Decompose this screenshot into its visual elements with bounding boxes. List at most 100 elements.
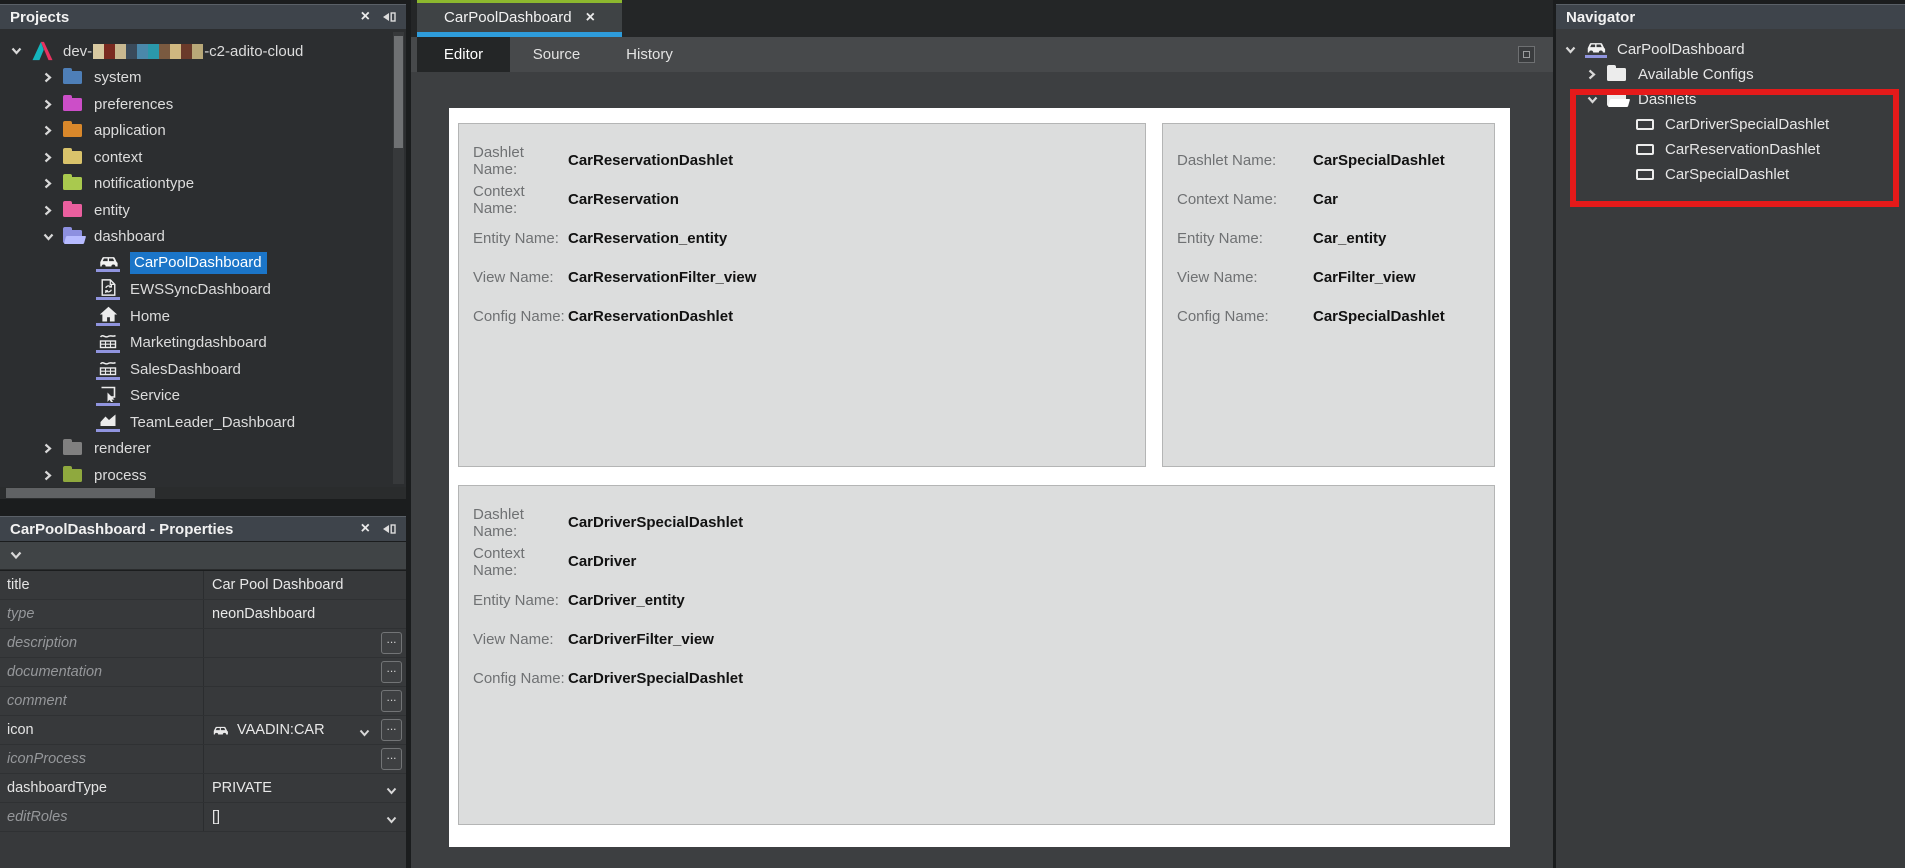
property-value[interactable]: [] [204,803,406,831]
editor-subtabs: Editor Source History [411,37,1553,72]
property-value[interactable]: ... [204,658,406,686]
chevron-right-icon[interactable] [40,152,56,163]
ellipsis-button[interactable]: ... [381,690,402,712]
tree-item-project-root[interactable]: dev- -c2-adito-cloud [0,38,406,65]
chevron-right-icon[interactable] [40,205,56,216]
nav-item-cardriverspecialdashlet[interactable]: CarDriverSpecialDashlet [1556,112,1905,137]
tree-item-marketingdashboard[interactable]: Marketingdashboard [0,330,406,357]
tab-source[interactable]: Source [510,37,603,72]
tree-item-label: context [94,148,143,166]
dashlet-card-cardriverspecial: Dashlet Name: CarDriverSpecialDashlet Con… [458,485,1495,825]
property-value[interactable]: ... [204,629,406,657]
selected-tree-item-label: CarPoolDashboard [130,252,267,275]
field-label: Context Name: [1177,191,1278,208]
property-value[interactable]: ... [204,745,406,773]
nav-item-dashlets[interactable]: Dashlets [1556,87,1905,112]
tree-item-process[interactable]: process [0,462,406,487]
home-icon [96,306,120,327]
dock-icon[interactable] [382,523,396,535]
chevron-right-icon[interactable] [40,125,56,136]
chevron-right-icon[interactable] [1584,69,1600,80]
tree-item-context[interactable]: context [0,144,406,171]
chevron-down-icon[interactable] [10,551,22,560]
tree-item-label: notificationtype [94,175,195,193]
tab-history[interactable]: History [603,37,696,72]
projects-panel-title: Projects [10,8,70,26]
property-name[interactable]: icon [0,716,204,744]
ellipsis-button[interactable]: ... [381,719,402,741]
tree-item-service[interactable]: Service [0,383,406,410]
property-value[interactable]: PRIVATE [204,774,406,802]
projects-tree: dev- -c2-adito-cloud system preferences a… [0,29,406,487]
tree-item-renderer[interactable]: renderer [0,436,406,463]
car-icon [96,255,120,272]
tree-item-home[interactable]: Home [0,303,406,330]
tree-item-preferences[interactable]: preferences [0,91,406,118]
ellipsis-button[interactable]: ... [381,632,402,654]
properties-collapse-bar[interactable] [0,542,406,570]
tree-item-system[interactable]: system [0,65,406,92]
close-icon[interactable]: × [586,9,595,26]
property-name[interactable]: dashboardType [0,774,204,802]
horizontal-scrollbar[interactable] [0,487,406,499]
tab-carpooldashboard[interactable]: CarPoolDashboard × [417,0,622,37]
dock-icon[interactable] [382,11,396,23]
nav-item-carreservationdashlet[interactable]: CarReservationDashlet [1556,137,1905,162]
folder-icon [63,200,82,217]
tree-item-notificationtype[interactable]: notificationtype [0,171,406,198]
property-name[interactable]: title [0,571,204,599]
tree-item-ewssyncdashboard[interactable]: EWSSyncDashboard [0,277,406,304]
property-name[interactable]: documentation [0,658,204,686]
tree-item-application[interactable]: application [0,118,406,145]
chevron-down-icon[interactable] [8,47,24,55]
tree-item-entity[interactable]: entity [0,197,406,224]
tree-item-dashboard[interactable]: dashboard [0,224,406,251]
nav-item-carpooldashboard[interactable]: CarPoolDashboard [1556,37,1905,62]
dashboard-editor-content: Dashlet Name: CarReservationDashlet Conte… [411,72,1553,868]
property-name[interactable]: editRoles [0,803,204,831]
field-label: Config Name: [473,308,565,325]
properties-panel-header: CarPoolDashboard - Properties × [0,516,406,541]
tree-item-teamleader-dashboard[interactable]: TeamLeader_Dashboard [0,409,406,436]
close-icon[interactable]: × [361,521,370,537]
chevron-right-icon[interactable] [40,443,56,454]
dashlet-card-carspecial: Dashlet Name: CarSpecialDashlet Context N… [1162,123,1495,467]
chevron-down-icon[interactable] [40,233,56,241]
close-icon[interactable]: × [361,9,370,25]
scrollbar-thumb[interactable] [394,36,403,148]
chevron-down-icon[interactable] [1584,96,1600,104]
property-value[interactable]: VAADIN:CAR ... [204,716,406,744]
chevron-down-icon[interactable] [1562,46,1578,54]
chevron-right-icon[interactable] [40,99,56,110]
folder-icon [63,174,82,191]
chevron-right-icon[interactable] [40,178,56,189]
tab-editor[interactable]: Editor [417,37,510,72]
nav-item-available-configs[interactable]: Available Configs [1556,62,1905,87]
nav-item-carspecialdashlet[interactable]: CarSpecialDashlet [1556,162,1905,187]
scrollbar-thumb[interactable] [6,488,155,498]
property-name[interactable]: description [0,629,204,657]
nav-item-label: Dashlets [1638,91,1697,108]
tree-item-label: renderer [94,440,151,458]
chevron-down-icon[interactable] [386,783,397,799]
property-name[interactable]: comment [0,687,204,715]
tree-item-carpooldashboard[interactable]: CarPoolDashboard [0,250,406,277]
tree-item-label: Service [130,387,181,405]
property-value[interactable]: neonDashboard [204,600,406,628]
property-name[interactable]: iconProcess [0,745,204,773]
property-value[interactable]: Car Pool Dashboard [204,571,406,599]
field-value: CarSpecialDashlet [1313,308,1445,325]
maximize-window-icon[interactable] [1518,46,1535,63]
folder-icon [63,147,82,164]
chart-table-icon [96,359,120,380]
ellipsis-button[interactable]: ... [381,748,402,770]
chevron-down-icon[interactable] [359,725,370,741]
ellipsis-button[interactable]: ... [381,661,402,683]
chevron-down-icon[interactable] [386,812,397,828]
property-value[interactable]: ... [204,687,406,715]
tree-item-salesdashboard[interactable]: SalesDashboard [0,356,406,383]
chevron-right-icon[interactable] [40,72,56,83]
vertical-scrollbar[interactable] [393,32,404,484]
chevron-right-icon[interactable] [40,470,56,481]
property-name[interactable]: type [0,600,204,628]
